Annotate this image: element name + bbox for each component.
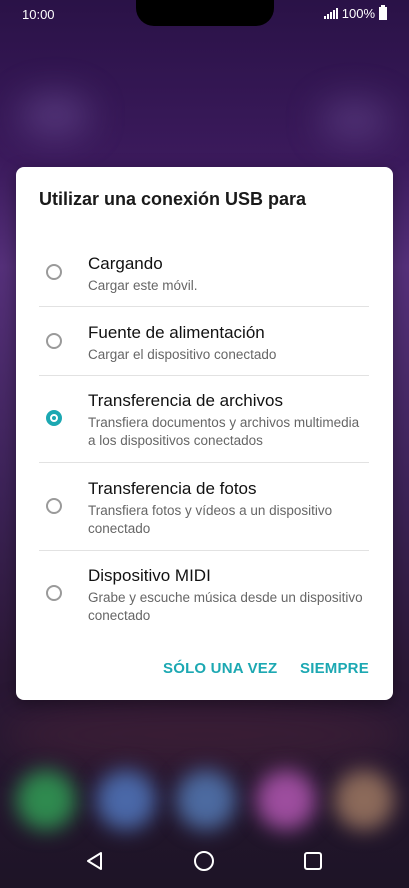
status-bar: 10:00 100% [0, 0, 409, 30]
radio-button[interactable] [46, 585, 62, 601]
back-icon[interactable] [80, 846, 110, 876]
home-icon[interactable] [189, 846, 219, 876]
radio-button[interactable] [46, 498, 62, 514]
wallpaper-blob [20, 95, 90, 135]
signal-icon [323, 8, 338, 19]
recents-icon[interactable] [298, 846, 328, 876]
camera-notch [136, 0, 274, 26]
usb-connection-dialog: Utilizar una conexión USB para Cargando … [16, 167, 393, 700]
wallpaper-blob [0, 700, 409, 770]
option-description: Cargar el dispositivo conectado [88, 347, 277, 362]
dock-app-browser [176, 770, 236, 830]
option-label: Transferencia de fotos [88, 479, 257, 498]
option-label: Fuente de alimentación [88, 323, 265, 342]
wallpaper-blob [320, 100, 390, 140]
option-photo-transfer[interactable]: Transferencia de fotos Transfiera fotos … [16, 477, 393, 551]
option-description: Cargar este móvil. [88, 278, 198, 293]
navigation-bar [0, 836, 409, 888]
status-indicators: 100% [323, 5, 387, 21]
dock-app-messages [96, 770, 156, 830]
battery-icon [379, 5, 387, 20]
radio-button-checked[interactable] [46, 410, 62, 426]
dock-app-camera [256, 770, 316, 830]
option-label: Cargando [88, 254, 163, 273]
option-description: Transfiera fotos y vídeos a un dispositi… [88, 503, 333, 536]
option-file-transfer[interactable]: Transferencia de archivos Transfiera doc… [16, 389, 393, 463]
divider [39, 462, 369, 463]
divider [39, 306, 369, 307]
radio-button[interactable] [46, 333, 62, 349]
option-description: Grabe y escuche música desde un disposit… [88, 590, 363, 623]
only-once-button[interactable]: SÓLO UNA VEZ [163, 660, 277, 677]
option-label: Dispositivo MIDI [88, 566, 211, 585]
option-description: Transfiera documentos y archivos multime… [88, 415, 360, 448]
divider [39, 550, 369, 551]
option-power-source[interactable]: Fuente de alimentación Cargar el disposi… [16, 321, 393, 376]
dock-app-phone [16, 770, 76, 830]
always-button[interactable]: SIEMPRE [300, 660, 369, 677]
dock-app-gallery [334, 770, 394, 830]
option-label: Transferencia de archivos [88, 391, 283, 410]
battery-percentage: 100% [341, 6, 375, 21]
status-time: 10:00 [22, 7, 55, 22]
dialog-title: Utilizar una conexión USB para [39, 189, 307, 209]
option-midi-device[interactable]: Dispositivo MIDI Grabe y escuche música … [16, 564, 393, 638]
divider [39, 375, 369, 376]
radio-button[interactable] [46, 264, 62, 280]
option-charging[interactable]: Cargando Cargar este móvil. [16, 252, 393, 307]
